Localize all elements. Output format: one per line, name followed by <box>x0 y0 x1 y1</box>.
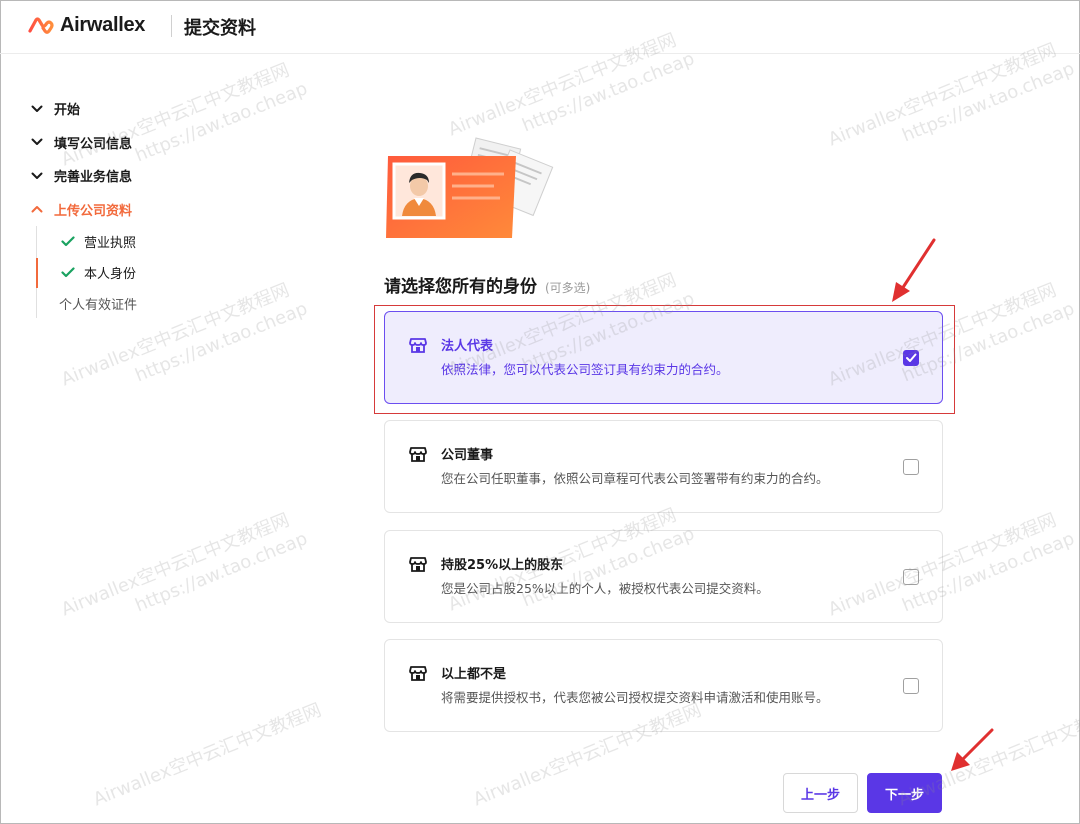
check-icon <box>60 265 76 281</box>
option-card-shareholder-25[interactable]: 持股25%以上的股东 您是公司占股25%以上的个人，被授权代表公司提交资料。 <box>384 530 943 623</box>
airwallex-logo[interactable]: Airwallex <box>28 14 145 37</box>
sub-item-business-license[interactable]: 营业执照 <box>36 226 288 257</box>
progress-nav: 开始 填写公司信息 完善业务信息 上传公司资料 营业执照 本人身份 个人有效证件 <box>28 92 288 319</box>
option-checkbox[interactable] <box>903 459 919 475</box>
next-step-button[interactable]: 下一步 <box>867 773 942 813</box>
sub-item-label: 营业执照 <box>84 236 137 251</box>
airwallex-logo-icon <box>28 16 54 34</box>
section-title-text: 请选择您所有的身份 <box>384 277 537 297</box>
store-icon <box>409 666 427 681</box>
nav-item-label: 上传公司资料 <box>54 203 133 219</box>
header-divider <box>171 15 172 37</box>
sub-step-list: 营业执照 本人身份 个人有效证件 <box>36 226 288 319</box>
sub-item-label: 个人有效证件 <box>59 298 138 313</box>
page-title: 提交资料 <box>184 18 256 39</box>
option-title: 以上都不是 <box>441 667 507 682</box>
option-checkbox[interactable] <box>903 569 919 585</box>
option-description: 将需要提供授权书，代表您被公司授权提交资料申请激活和使用账号。 <box>441 690 829 705</box>
previous-step-button[interactable]: 上一步 <box>783 773 858 813</box>
nav-item-label: 完善业务信息 <box>54 170 133 186</box>
option-card-none-of-above[interactable]: 以上都不是 将需要提供授权书，代表您被公司授权提交资料申请激活和使用账号。 <box>384 639 943 732</box>
sub-item-label: 本人身份 <box>84 267 137 282</box>
annotation-highlight-box <box>374 305 955 414</box>
option-description: 您在公司任职董事，依照公司章程可代表公司签署带有约束力的合约。 <box>441 471 829 486</box>
store-icon <box>409 447 427 462</box>
option-title: 持股25%以上的股东 <box>441 558 564 573</box>
chevron-down-icon <box>28 167 46 185</box>
annotation-arrow-icon <box>892 238 936 302</box>
chevron-up-icon <box>28 200 46 218</box>
chevron-down-icon <box>28 133 46 151</box>
nav-item-business-info[interactable]: 完善业务信息 <box>28 159 288 193</box>
nav-item-upload-docs[interactable]: 上传公司资料 <box>28 193 288 227</box>
nav-item-label: 填写公司信息 <box>54 136 133 152</box>
option-title: 公司董事 <box>441 448 494 463</box>
sub-item-personal-identity[interactable]: 本人身份 <box>36 257 288 288</box>
top-header: Airwallex 提交资料 <box>0 0 1080 54</box>
check-icon <box>60 234 76 250</box>
option-checkbox[interactable] <box>903 678 919 694</box>
nav-item-start[interactable]: 开始 <box>28 92 288 126</box>
chevron-down-icon <box>28 100 46 118</box>
sub-step-active-marker <box>36 258 38 288</box>
store-icon <box>409 557 427 572</box>
logo-text: Airwallex <box>60 14 146 36</box>
id-card-illustration <box>386 137 554 238</box>
sub-item-personal-id-docs[interactable]: 个人有效证件 <box>36 288 288 319</box>
nav-item-label: 开始 <box>54 103 81 119</box>
option-card-company-director[interactable]: 公司董事 您在公司任职董事，依照公司章程可代表公司签署带有约束力的合约。 <box>384 420 943 513</box>
section-title: 请选择您所有的身份 (可多选) <box>384 272 590 297</box>
nav-item-company-info[interactable]: 填写公司信息 <box>28 126 288 160</box>
multi-select-hint: (可多选) <box>545 281 591 295</box>
option-description: 您是公司占股25%以上的个人，被授权代表公司提交资料。 <box>441 581 769 596</box>
annotation-arrow-icon <box>951 728 994 771</box>
